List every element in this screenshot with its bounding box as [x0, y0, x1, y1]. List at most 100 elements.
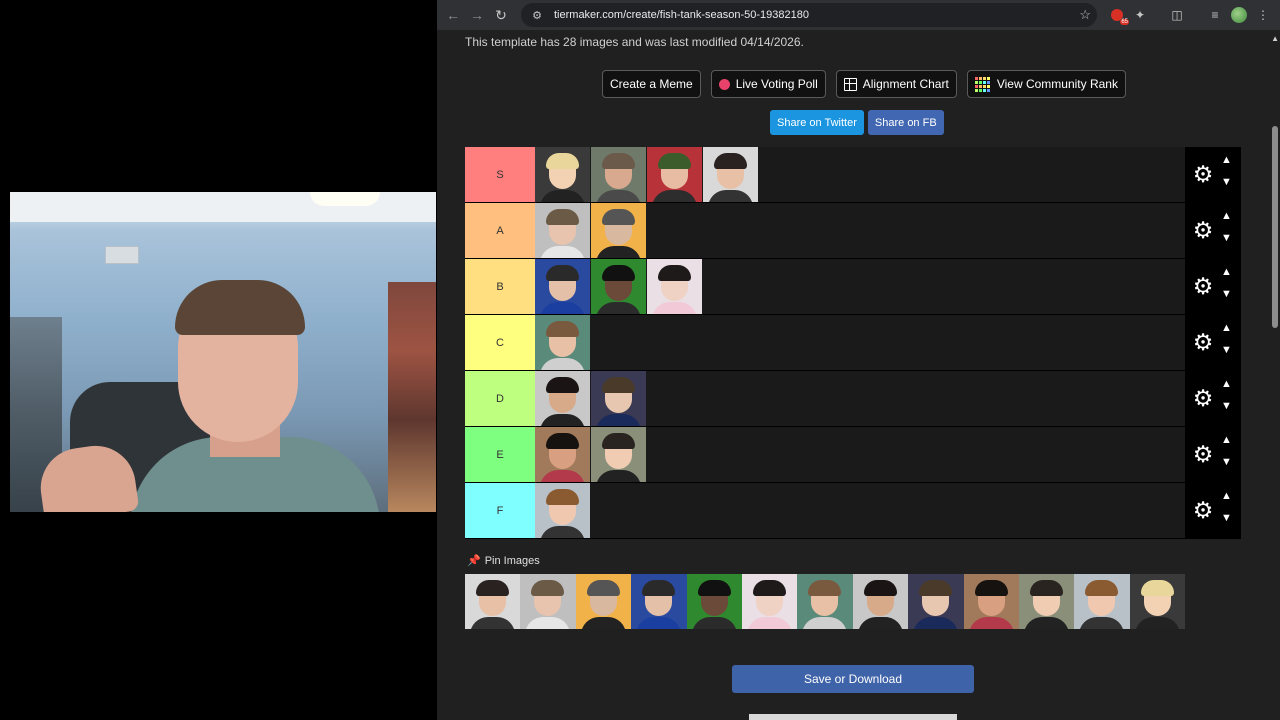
tab-search-button[interactable]: ◫	[1167, 5, 1187, 25]
tier-items[interactable]	[535, 147, 1185, 202]
tier-label[interactable]: A	[465, 203, 535, 258]
tier-items[interactable]	[535, 203, 1185, 258]
tier-items[interactable]	[535, 259, 1185, 314]
pin-images-toggle[interactable]: 📌 Pin Images	[467, 554, 540, 568]
tier-item-image[interactable]	[647, 147, 702, 202]
pool-image[interactable]	[963, 574, 1019, 629]
tier-label[interactable]: E	[465, 427, 535, 482]
forward-button[interactable]: →	[465, 3, 489, 27]
tier-item-image[interactable]	[647, 259, 702, 314]
tile-hair	[546, 377, 579, 393]
tier-item-image[interactable]	[535, 483, 590, 538]
tier-items[interactable]	[535, 371, 1185, 426]
scrollbar-thumb[interactable]	[1272, 126, 1278, 328]
pool-image[interactable]	[465, 574, 521, 629]
pool-image[interactable]	[631, 574, 687, 629]
share-twitter-button[interactable]: Share on Twitter	[770, 110, 864, 135]
chevron-down-icon[interactable]: ▼	[1221, 176, 1232, 188]
tier-item-image[interactable]	[535, 147, 590, 202]
tier-items[interactable]	[535, 427, 1185, 482]
chevron-up-icon[interactable]: ▲	[1221, 490, 1232, 502]
tier-item-image[interactable]	[535, 427, 590, 482]
share-facebook-button[interactable]: Share on FB	[867, 110, 944, 135]
tile-hair	[1029, 580, 1063, 596]
chevron-up-icon[interactable]: ▲	[1221, 266, 1232, 278]
tier-item-image[interactable]	[535, 315, 590, 370]
tier-item-image[interactable]	[591, 259, 646, 314]
tier-items[interactable]	[535, 315, 1185, 370]
pool-image[interactable]	[797, 574, 853, 629]
create-meme-button[interactable]: Create a Meme	[602, 70, 701, 98]
tier-label[interactable]: C	[465, 315, 535, 370]
tier-row: E ⚙ ▲ ▼	[465, 427, 1241, 483]
tier-controls: ⚙ ▲ ▼	[1185, 315, 1241, 370]
tier-item-image[interactable]	[591, 203, 646, 258]
chevron-down-icon[interactable]: ▼	[1221, 344, 1232, 356]
chevron-down-icon[interactable]: ▼	[1221, 400, 1232, 412]
chevron-down-icon[interactable]: ▼	[1221, 512, 1232, 524]
address-bar[interactable]: ⚙ tiermaker.com/create/fish-tank-season-…	[521, 3, 1097, 27]
chevron-down-icon[interactable]: ▼	[1221, 456, 1232, 468]
create-meme-label: Create a Meme	[610, 77, 693, 91]
pool-image[interactable]	[908, 574, 964, 629]
tier-item-image[interactable]	[591, 147, 646, 202]
tier-label[interactable]: F	[465, 483, 535, 538]
browser-menu-button[interactable]: ⋮	[1253, 5, 1273, 25]
reading-list-button[interactable]: ≡	[1205, 5, 1225, 25]
save-download-button[interactable]: Save or Download	[732, 665, 974, 693]
tier-label[interactable]: B	[465, 259, 535, 314]
tier-row: B ⚙ ▲ ▼	[465, 259, 1241, 315]
tile-hair	[546, 489, 579, 505]
extension-red-button[interactable]: 65	[1107, 5, 1129, 25]
tier-label-text: A	[496, 224, 504, 237]
tile-hair	[546, 321, 579, 337]
alignment-chart-button[interactable]: Alignment Chart	[835, 70, 957, 98]
gear-icon[interactable]: ⚙	[1191, 498, 1215, 522]
live-voting-poll-button[interactable]: Live Voting Poll	[710, 70, 826, 98]
chevron-up-icon[interactable]: ▲	[1221, 210, 1232, 222]
view-community-rank-button[interactable]: View Community Rank	[966, 70, 1126, 98]
profile-button[interactable]	[1229, 5, 1249, 25]
tier-item-image[interactable]	[535, 259, 590, 314]
tier-label[interactable]: S	[465, 147, 535, 202]
back-button[interactable]: ←	[441, 3, 465, 27]
tier-label-text: D	[496, 392, 504, 405]
pool-image[interactable]	[1129, 574, 1186, 629]
tier-item-image[interactable]	[535, 371, 590, 426]
kebab-menu-icon: ⋮	[1257, 8, 1269, 22]
chevron-up-icon[interactable]: ▲	[1221, 434, 1232, 446]
tile-hair	[602, 209, 635, 225]
reload-button[interactable]: ↻	[489, 3, 513, 27]
tier-items[interactable]	[535, 483, 1185, 538]
chevron-up-icon[interactable]: ▲	[1221, 378, 1232, 390]
gear-icon[interactable]: ⚙	[1191, 386, 1215, 410]
tier-label[interactable]: D	[465, 371, 535, 426]
gear-icon[interactable]: ⚙	[1191, 218, 1215, 242]
pool-image[interactable]	[741, 574, 798, 629]
tile-hair	[658, 153, 691, 169]
tier-item-image[interactable]	[591, 371, 646, 426]
pool-image[interactable]	[1018, 574, 1075, 629]
gear-icon[interactable]: ⚙	[1191, 162, 1215, 186]
pool-image[interactable]	[520, 574, 576, 629]
pool-image[interactable]	[575, 574, 632, 629]
star-icon[interactable]: ☆	[1079, 7, 1091, 23]
chevron-down-icon[interactable]: ▼	[1221, 232, 1232, 244]
gear-icon[interactable]: ⚙	[1191, 442, 1215, 466]
scroll-up-arrow-icon[interactable]: ▲	[1271, 34, 1279, 43]
chevron-up-icon[interactable]: ▲	[1221, 154, 1232, 166]
site-settings-icon[interactable]: ⚙	[530, 8, 544, 22]
tier-item-image[interactable]	[535, 203, 590, 258]
gear-icon[interactable]: ⚙	[1191, 330, 1215, 354]
chevron-up-icon[interactable]: ▲	[1221, 322, 1232, 334]
tier-controls: ⚙ ▲ ▼	[1185, 427, 1241, 482]
pool-image[interactable]	[1074, 574, 1130, 629]
pool-image[interactable]	[686, 574, 742, 629]
gear-icon[interactable]: ⚙	[1191, 274, 1215, 298]
pool-image[interactable]	[852, 574, 909, 629]
tier-item-image[interactable]	[591, 427, 646, 482]
webcam-feed	[10, 192, 436, 512]
chevron-down-icon[interactable]: ▼	[1221, 288, 1232, 300]
extensions-button[interactable]: ✦	[1130, 5, 1150, 25]
tier-item-image[interactable]	[703, 147, 758, 202]
